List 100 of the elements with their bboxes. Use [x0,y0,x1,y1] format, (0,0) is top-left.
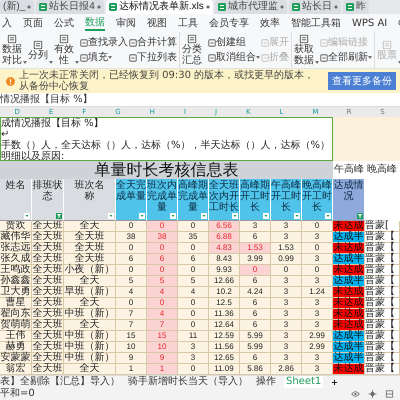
caret-icon [256,56,260,59]
status-cell: 未达成 [333,309,365,320]
table-cell: 晋蒙【 [365,320,400,331]
dot-icon[interactable] [27,5,32,9]
filter-icon[interactable] [56,213,62,219]
table-cell: 1.53 [271,243,302,254]
ribbon-button[interactable]: 合并计算 [129,36,177,49]
sheet-tab[interactable]: 操作 [256,376,276,388]
ribbon-button[interactable]: 下拉列表 [129,51,177,64]
document-icon [187,34,197,44]
ribbon-button[interactable]: 全部刷新 [320,51,372,64]
filter-icon[interactable] [108,213,114,219]
table-cell: 3 [271,353,302,364]
table-cell: 全天班 [32,243,64,254]
status-cell: 未达成 [333,243,365,254]
status-cell: 达成半 [333,276,365,287]
table-cell: 2.99 [302,331,333,342]
table-cell: 3 [302,309,333,320]
table-cell: 6.56 [209,221,240,232]
table-cell: 3 [178,353,209,364]
grid-icon[interactable] [385,390,394,398]
table-cell: 3 [271,331,302,342]
add-sheet-icon[interactable] [331,378,338,386]
menu-tab[interactable]: WPS AI [352,16,388,30]
ribbon-button[interactable]: 查找录入 [80,36,128,49]
file-tab[interactable]: 昨 [342,0,369,14]
backup-button[interactable]: 查看更多备份 [328,72,396,90]
document-icon [33,40,43,50]
file-tab[interactable]: 城市代理监 [214,0,287,14]
table-cell: 晋蒙【 [365,298,400,309]
status-cell: 达成半 [333,232,365,243]
table-cell: 0 [116,265,147,276]
ribbon-button[interactable]: 填充 [80,51,128,64]
menu-tab[interactable]: 工具 [178,16,198,30]
table-cell: 中班（新） [64,309,116,320]
ribbon-button[interactable]: 分类汇总 [182,32,207,68]
crosshair-icon[interactable] [368,390,377,398]
menu-tab[interactable]: 页面 [23,16,43,30]
menu-tab[interactable]: 公式 [54,16,74,30]
filter-icon[interactable] [201,213,207,219]
file-tab[interactable]: 站长日报4 [36,0,104,14]
table-cell: 11.36 [209,309,240,320]
table-cell: 卫大勇 [0,287,32,298]
dot-icon[interactable] [96,5,101,9]
table-cell: 5 [147,276,178,287]
ribbon-button[interactable]: 取消组合 [208,51,260,64]
table-cell: 3.99 [240,254,271,265]
menu-tab[interactable]: 智能工具箱 [291,16,341,30]
dot-icon[interactable] [334,5,338,9]
table-cell: 全天班 [64,254,116,265]
table-cell: 6 [240,309,271,320]
cell-text-line: 成情况播报【目标 %】 [1,118,105,129]
filter-icon[interactable] [325,213,331,219]
menu-tab[interactable]: 视图 [147,16,167,30]
table-cell: 张久成 [0,254,32,265]
table-cell: 8.43 [209,254,240,265]
file-tab[interactable]: 达标情况表单新.xls [106,0,213,14]
table-cell: 11.56 [209,342,240,353]
formula-text: 情况播报【目标 %】 [0,94,93,105]
dot-icon[interactable] [206,5,210,9]
table-cell: 5 [116,276,147,287]
table-cell: 0 [178,243,209,254]
ribbon-button[interactable]: 分列 [28,32,53,68]
table-cell: 6 [240,232,271,243]
table-cell: 3 [271,342,302,353]
filter-icon[interactable] [24,213,30,219]
table-cell: 4 [178,287,209,298]
table-cell: 3 [302,353,333,364]
eye-icon[interactable] [351,390,360,398]
menu-tab[interactable]: 效率 [260,16,280,30]
status-cell: 未达成 [333,287,365,298]
menu-tab[interactable]: 会员专享 [209,16,249,30]
filter-icon[interactable] [139,213,145,219]
table-cell: 10 [116,342,147,353]
table-cell: 晋蒙【 [365,254,400,265]
filter-icon[interactable] [294,213,300,219]
ribbon-button[interactable]: 创建组 [208,36,260,49]
ribbon-button[interactable]: 获取数据 [294,32,319,68]
merged-cell[interactable]: 成情况播报【目标 %】 ↵ 手数（）人，全天达标（）人，达标（%），半天达标（）人，达标（%） 明细以及原因: [0,117,333,161]
table-cell: 全天班 [64,243,116,254]
ribbon-button[interactable]: 有效性 [54,32,79,68]
table-cell: 3 [271,221,302,232]
dot-icon[interactable] [280,5,284,9]
menu-tab[interactable]: 审阅 [116,16,136,30]
ribbon-button[interactable]: 数据对比 [2,32,27,68]
menu-tab[interactable]: 入 [2,16,12,30]
filter-icon[interactable] [263,213,269,219]
filter-icon[interactable] [232,213,238,219]
table-cell: 0 [147,221,178,232]
filter-icon[interactable] [170,213,176,219]
table-cell: 12.64 [209,320,240,331]
table-cell: 全天班 [32,320,64,331]
table-cell: 5.99 [240,331,271,342]
table-cell: 0 [178,364,209,375]
table-cell: 1.24 [302,287,333,298]
file-tab[interactable]: 站长日 [288,0,341,14]
sheet-tab[interactable]: 表】全剔除【汇总】导入） [0,376,120,388]
table-cell: 4 [147,287,178,298]
filter-icon[interactable] [357,213,363,219]
file-tab[interactable]: (新)_ [0,0,34,14]
